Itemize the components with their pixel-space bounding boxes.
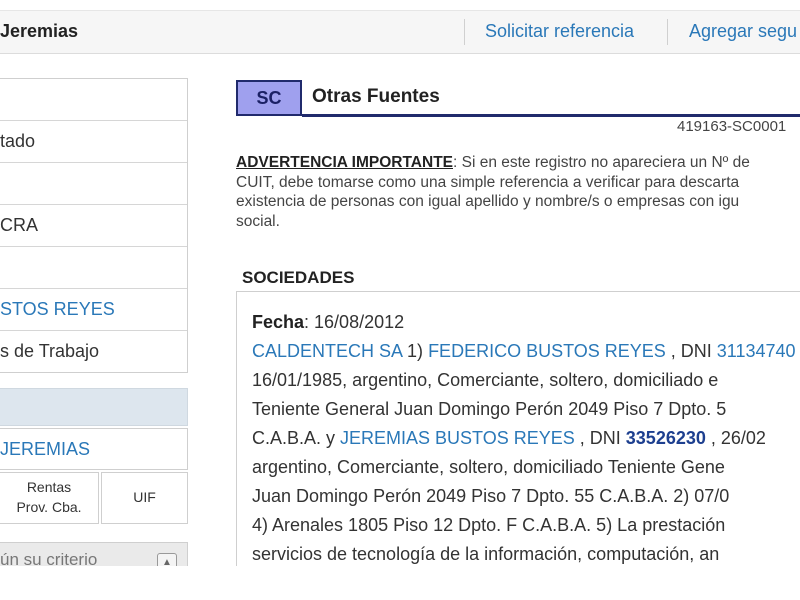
warning-text: social. [236, 212, 280, 230]
uif-button[interactable]: UIF [101, 472, 188, 524]
divider [667, 19, 668, 45]
sidebar-item[interactable]: CRA [0, 205, 187, 247]
record-text: Teniente General Juan Domingo Perón 2049… [252, 399, 727, 419]
record-text: , 26/02 [705, 428, 766, 448]
date-label: Fecha [252, 312, 305, 332]
record-text: , DNI [574, 428, 626, 448]
dni-highlight[interactable]: 33526230 [626, 428, 706, 448]
person-name-title: Jeremias [0, 21, 79, 41]
warning-title: ADVERTENCIA IMPORTANTE [236, 154, 453, 171]
divider [464, 19, 465, 45]
sidebar-selected-person[interactable]: JEREMIAS [0, 428, 188, 470]
record-text: 16/01/1985, argentino, Comerciante, solt… [252, 370, 719, 390]
sidebar-item[interactable] [0, 79, 187, 121]
record-text: , DNI [665, 341, 717, 361]
warning-text: CUIT, debe tomarse como una simple refer… [236, 173, 740, 191]
add-follow-link[interactable]: Agregar segu [689, 21, 797, 42]
sidebar-item[interactable] [0, 247, 187, 289]
record-text: C.A.B.A. y [252, 428, 341, 448]
warning-text: existencia de personas con igual apellid… [236, 193, 740, 210]
societies-heading: SOCIEDADES [242, 268, 355, 287]
person-link[interactable]: JEREMIAS BUSTOS REYES [340, 428, 575, 448]
sidebar-menu: tado CRA STOS REYES s de Trabajo [0, 78, 188, 373]
rentas-button[interactable]: Rentas Prov. Cba. [0, 472, 99, 524]
warning-text: : Si en este registro no apareciera un N… [453, 154, 750, 171]
societies-record: Fecha: 16/08/2012 CALDENTECH SA 1) FEDER… [252, 308, 796, 569]
record-code: 419163-SC0001 [677, 118, 787, 135]
screenshot-bottom-edge [0, 566, 800, 600]
top-bar: Jeremias Solicitar referencia Agregar se… [0, 10, 800, 54]
sidebar-item-person[interactable]: STOS REYES [0, 289, 187, 331]
record-text: argentino, Comerciante, soltero, domicil… [252, 457, 725, 477]
record-text: servicios de tecnología de la informació… [252, 544, 720, 564]
record-text: 1) [402, 341, 429, 361]
sidebar-item[interactable] [0, 163, 187, 205]
section-title: Otras Fuentes [312, 86, 440, 107]
date-value: : 16/08/2012 [304, 312, 405, 332]
sidebar: tado CRA STOS REYES s de Trabajo [0, 78, 188, 373]
dni-link[interactable]: 31134740 [717, 341, 796, 361]
sidebar-section-header [0, 388, 188, 426]
record-text: 4) Arenales 1805 Piso 12 Dpto. F C.A.B.A… [252, 515, 726, 535]
record-text: Juan Domingo Perón 2049 Piso 7 Dpto. 55 … [252, 486, 730, 506]
section-underline [302, 114, 800, 117]
request-reference-link[interactable]: Solicitar referencia [485, 21, 634, 42]
sidebar-item[interactable]: s de Trabajo [0, 331, 187, 372]
section-badge: SC [236, 80, 302, 116]
warning-notice: ADVERTENCIA IMPORTANTE: Si en este regis… [236, 153, 800, 231]
company-link[interactable]: CALDENTECH SA [252, 341, 402, 361]
sidebar-item[interactable]: tado [0, 121, 187, 163]
person-link[interactable]: FEDERICO BUSTOS REYES [428, 341, 666, 361]
